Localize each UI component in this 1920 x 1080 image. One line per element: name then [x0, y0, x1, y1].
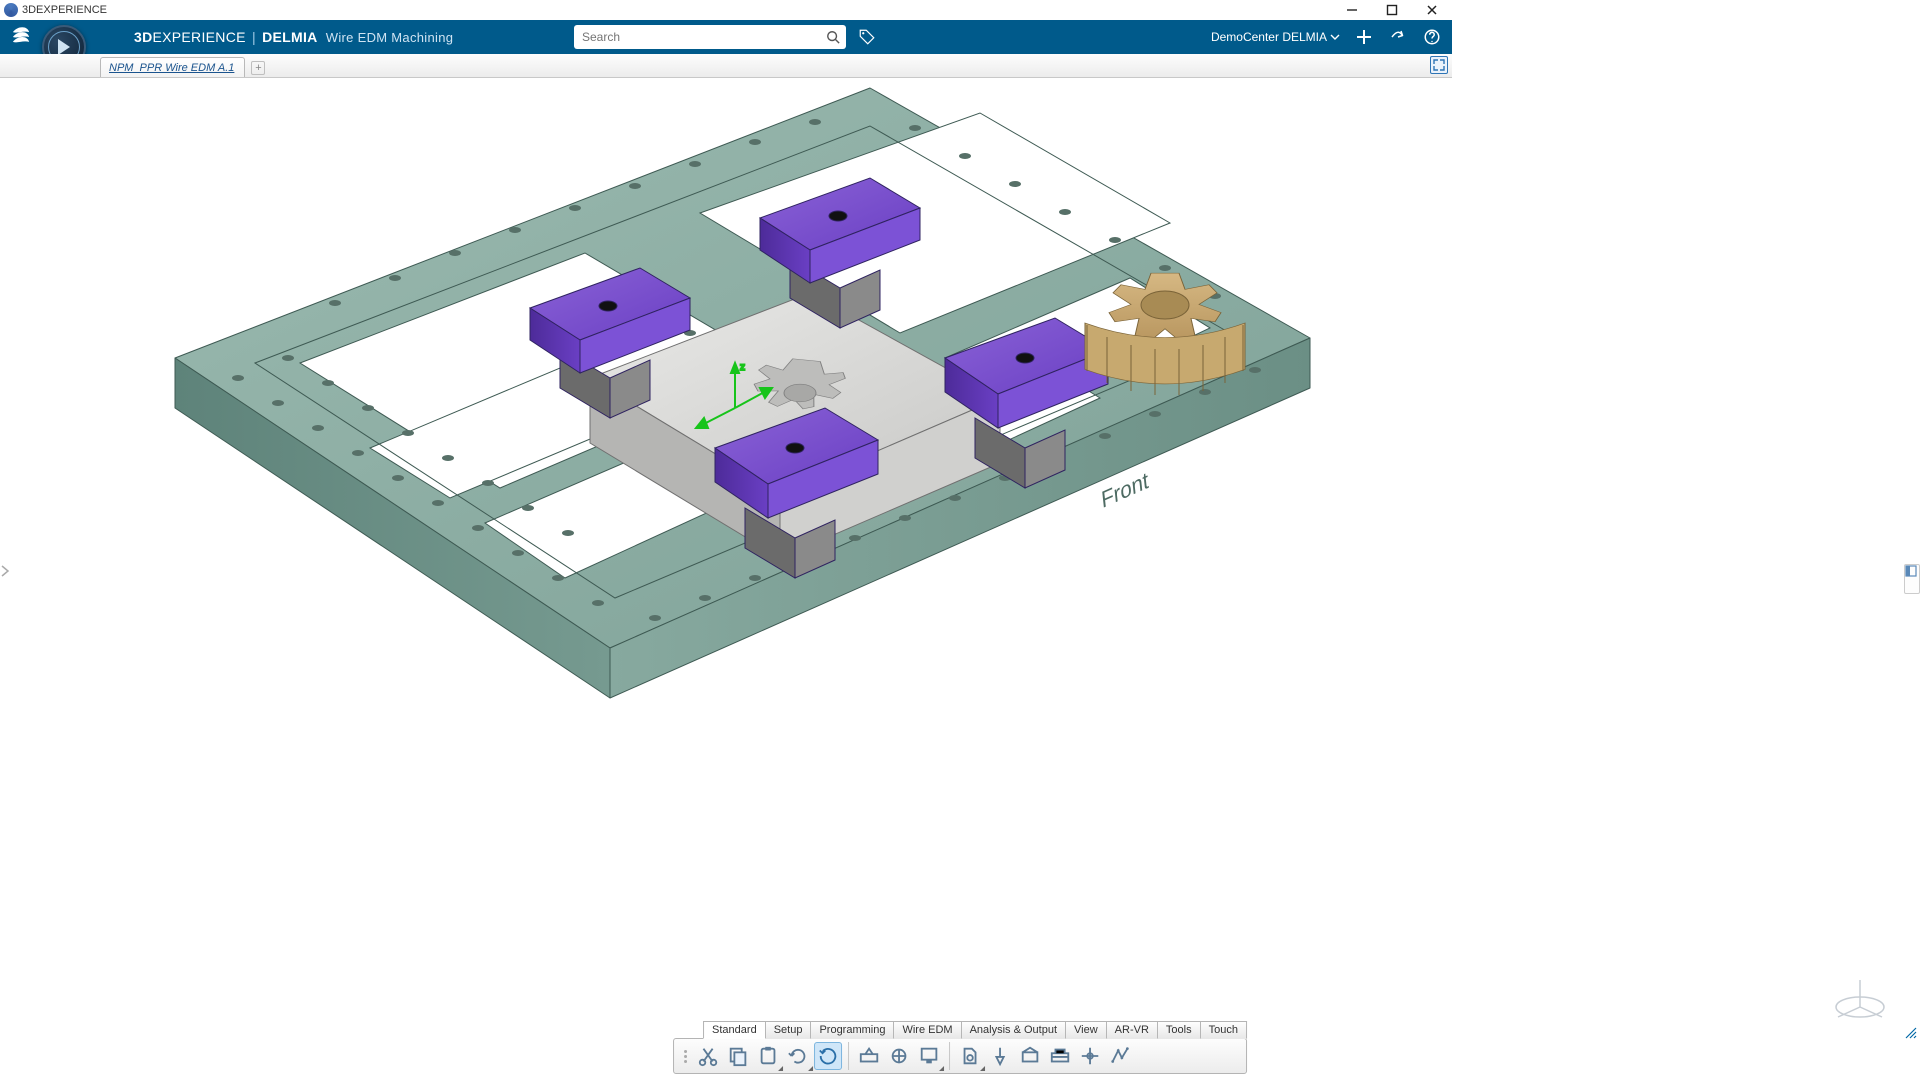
viewport-3d[interactable]: z Front	[0, 78, 1920, 1080]
brand-rest: EXPERIENCE	[153, 29, 246, 45]
corner-resize-icon[interactable]	[1904, 1026, 1918, 1040]
add-tab-button[interactable]: +	[251, 61, 265, 75]
close-button[interactable]	[1412, 0, 1452, 20]
orientation-indicator-icon	[1830, 972, 1890, 1022]
tab-analysis-output[interactable]: Analysis & Output	[962, 1021, 1066, 1039]
user-menu[interactable]: DemoCenter DELMIA	[1211, 30, 1340, 44]
document-tab-label: NPM_PPR Wire EDM A.1	[109, 62, 234, 74]
tab-wire-edm[interactable]: Wire EDM	[894, 1021, 961, 1039]
update-button[interactable]	[814, 1042, 842, 1070]
svg-text:z: z	[740, 362, 745, 373]
workpiece-setup-button[interactable]	[1016, 1042, 1044, 1070]
machining-axis-button[interactable]	[1076, 1042, 1104, 1070]
tab-tools[interactable]: Tools	[1158, 1021, 1201, 1039]
paste-button[interactable]	[754, 1042, 782, 1070]
machinable-features-button[interactable]	[1106, 1042, 1134, 1070]
minimize-button[interactable]	[1332, 0, 1372, 20]
tab-touch[interactable]: Touch	[1201, 1021, 1247, 1039]
right-panel-toggle[interactable]	[1904, 564, 1920, 594]
model-render: z Front	[0, 78, 1452, 818]
brand-title: 3DEXPERIENCE | DELMIA Wire EDM Machining	[134, 29, 453, 45]
app-header: 3DEXPERIENCE | DELMIA Wire EDM Machining…	[0, 20, 1452, 54]
search-button[interactable]	[820, 25, 846, 49]
tag-icon[interactable]	[856, 26, 878, 48]
tab-view[interactable]: View	[1066, 1021, 1107, 1039]
machining-process-button[interactable]	[885, 1042, 913, 1070]
ds-logo-icon[interactable]	[6, 22, 36, 52]
exit-fullscreen-button[interactable]	[1430, 56, 1448, 74]
tab-ar-vr[interactable]: AR-VR	[1107, 1021, 1158, 1039]
user-label: DemoCenter DELMIA	[1211, 30, 1327, 44]
toolbar-grip[interactable]	[680, 1050, 690, 1063]
left-panel-expand[interactable]	[0, 564, 16, 594]
generic-machine-button[interactable]	[956, 1042, 984, 1070]
brand-product: DELMIA	[262, 29, 317, 45]
tab-standard[interactable]: Standard	[703, 1021, 766, 1039]
undo-button[interactable]	[784, 1042, 812, 1070]
copy-button[interactable]	[724, 1042, 752, 1070]
window-titlebar: 3DEXPERIENCE	[0, 0, 1452, 20]
part-operation-button[interactable]	[855, 1042, 883, 1070]
search-input[interactable]	[574, 25, 820, 49]
tab-programming[interactable]: Programming	[811, 1021, 894, 1039]
action-bar: Standard Setup Programming Wire EDM Anal…	[673, 1021, 1247, 1074]
tool-change-button[interactable]	[986, 1042, 1014, 1070]
document-tabstrip: NPM_PPR Wire EDM A.1 +	[0, 54, 1452, 78]
window-title: 3DEXPERIENCE	[22, 4, 107, 16]
brand-bold: 3D	[134, 29, 153, 45]
manufacturing-program-button[interactable]	[915, 1042, 943, 1070]
tab-setup[interactable]: Setup	[766, 1021, 812, 1039]
search-box	[574, 25, 878, 49]
app-icon	[4, 3, 18, 17]
share-icon[interactable]	[1388, 27, 1408, 47]
workpiece-automatic-button[interactable]	[1046, 1042, 1074, 1070]
document-tab[interactable]: NPM_PPR Wire EDM A.1	[100, 57, 245, 77]
chevron-down-icon	[1330, 32, 1340, 42]
cut-button[interactable]	[694, 1042, 722, 1070]
add-icon[interactable]	[1354, 27, 1374, 47]
action-bar-tabs: Standard Setup Programming Wire EDM Anal…	[703, 1021, 1247, 1039]
brand-module: Wire EDM Machining	[326, 30, 453, 45]
maximize-button[interactable]	[1372, 0, 1412, 20]
help-icon[interactable]	[1422, 27, 1442, 47]
